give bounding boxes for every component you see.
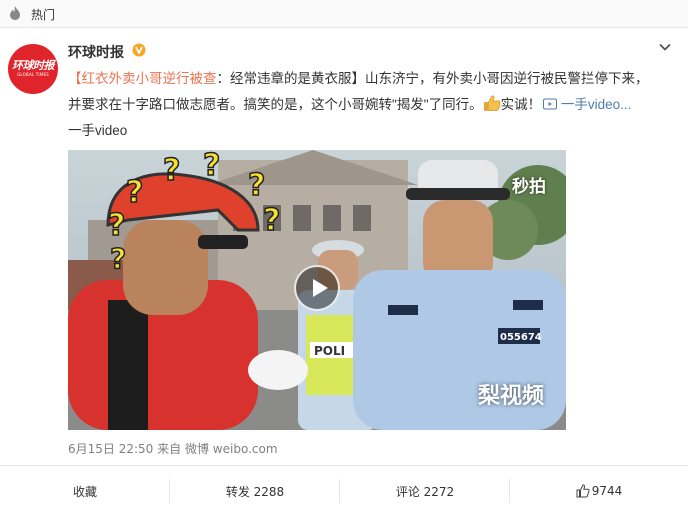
svg-text:?: ? [248, 168, 265, 203]
like-count: 9744 [591, 484, 623, 498]
avatar-logo-subtext: GLOBAL TIMES [17, 72, 49, 77]
hot-section-label: 热门 [31, 8, 56, 22]
thumbs-up-icon [576, 484, 590, 498]
post-title-end: ：经常违章的是黄衣服】 [216, 71, 366, 86]
repost-label: 转发 2288 [225, 484, 285, 499]
source-prefix: 来自 [157, 442, 182, 456]
lishipin-watermark: 梨视频 [477, 384, 544, 409]
avatar-logo-text: 环球时报 [12, 59, 55, 72]
action-bar: 收藏 转发 2288 评论 2272 9744 [0, 465, 688, 516]
post-body-line3: 一手video [68, 123, 128, 138]
svg-text:?: ? [126, 175, 143, 210]
source-link[interactable]: 微博 weibo.com [185, 442, 278, 456]
video-link-icon [543, 98, 558, 110]
svg-text:?: ? [203, 150, 220, 183]
avatar[interactable]: 环球时报 GLOBAL TIMES [8, 44, 58, 94]
svg-text:?: ? [163, 153, 180, 188]
svg-text:?: ? [263, 203, 280, 238]
top-bar: 热门 [0, 0, 688, 28]
weibo-post-card: 环球时报 GLOBAL TIMES 环球时报 【红衣外卖小哥逆行被查：经常违章的… [0, 28, 688, 516]
post-meta: 6月15日 22:50 来自 微博 weibo.com [68, 440, 278, 457]
miaopai-watermark: 秒拍 [512, 177, 546, 197]
post-body-line1: 山东济宁，有外卖小哥因逆行被民警拦停下来， [365, 71, 649, 86]
verified-badge-icon [132, 43, 146, 57]
timestamp-link[interactable]: 6月15日 22:50 [68, 442, 153, 456]
post-honest-text: 实诚！ [500, 97, 542, 112]
topic-link[interactable]: 【红衣外卖小哥逆行被查 [68, 71, 217, 86]
svg-text:?: ? [108, 208, 125, 243]
username-link[interactable]: 环球时报 [68, 42, 124, 62]
comment-label: 评论 2272 [395, 484, 455, 499]
post-text: 【红衣外卖小哥逆行被查：经常违章的是黄衣服】山东济宁，有外卖小哥因逆行被民警拦停… [68, 66, 673, 144]
flame-icon [10, 6, 20, 20]
video-link[interactable]: 一手video... [561, 97, 632, 112]
svg-text:?: ? [110, 242, 126, 275]
favorite-button[interactable]: 收藏 [0, 466, 170, 516]
favorite-label: 收藏 [72, 484, 97, 499]
police-badge-number: 055674 [500, 332, 542, 343]
police-vest-text: POLI [314, 344, 345, 358]
post-body-line2: 并要求在十字路口做志愿者。搞笑的是，这个小哥婉转"揭发"了同行。 [68, 97, 483, 112]
chevron-down-icon[interactable] [658, 40, 672, 54]
thumbs-up-emoji-icon [483, 95, 500, 111]
like-button[interactable]: 9744 [510, 466, 688, 516]
play-button[interactable] [294, 265, 340, 311]
repost-button[interactable]: 转发 2288 [170, 466, 340, 516]
comment-button[interactable]: 评论 2272 [340, 466, 510, 516]
video-thumbnail[interactable]: POLI 055674 ? ? ? ? ? ? ? 秒拍 梨视频 [68, 150, 566, 430]
